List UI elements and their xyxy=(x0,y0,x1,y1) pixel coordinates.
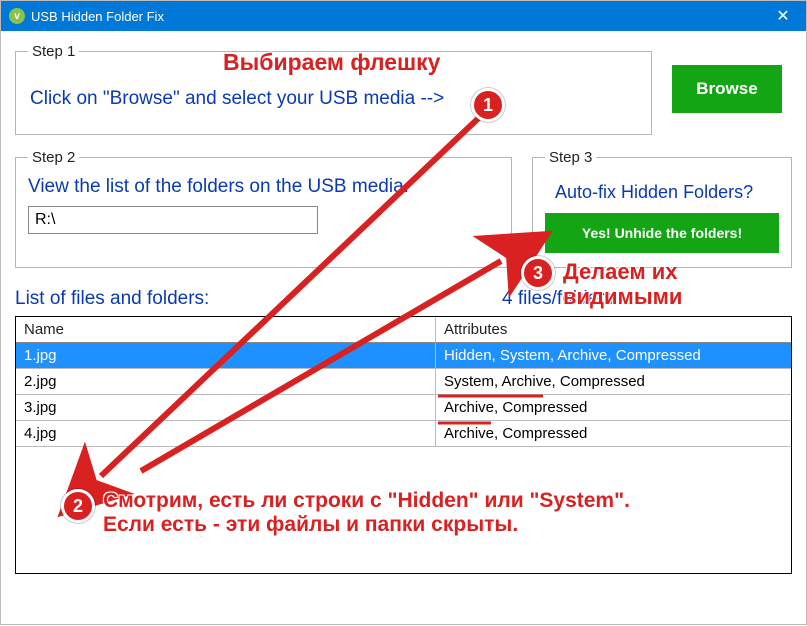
table-row[interactable]: 4.jpgArchive, Compressed xyxy=(16,421,791,447)
cell-name: 3.jpg xyxy=(16,395,436,420)
step2-legend: Step 2 xyxy=(28,149,79,166)
step1-group: Step 1 Click on "Browse" and select your… xyxy=(15,43,652,135)
step3-question: Auto-fix Hidden Folders? xyxy=(555,182,779,203)
step3-group: Step 3 Auto-fix Hidden Folders? Yes! Unh… xyxy=(532,149,792,268)
table-row[interactable]: 3.jpgArchive, Compressed xyxy=(16,395,791,421)
step1-instruction: Click on "Browse" and select your USB me… xyxy=(28,70,639,120)
step3-legend: Step 3 xyxy=(545,149,596,166)
window-title: USB Hidden Folder Fix xyxy=(31,9,164,24)
column-header-attributes[interactable]: Attributes xyxy=(436,317,791,342)
table-row[interactable]: 2.jpgSystem, Archive, Compressed xyxy=(16,369,791,395)
content-area: Step 1 Click on "Browse" and select your… xyxy=(1,31,806,574)
step1-legend: Step 1 xyxy=(28,43,79,60)
cell-attributes: Archive, Compressed xyxy=(436,395,791,420)
step2-instruction: View the list of the folders on the USB … xyxy=(28,176,499,198)
unhide-button[interactable]: Yes! Unhide the folders! xyxy=(545,213,779,253)
cell-attributes: Archive, Compressed xyxy=(436,421,791,446)
cell-name: 1.jpg xyxy=(16,343,436,368)
path-input[interactable] xyxy=(28,206,318,234)
list-heading: List of files and folders: xyxy=(15,288,502,310)
app-icon: v xyxy=(9,8,25,24)
cell-attributes: System, Archive, Compressed xyxy=(436,369,791,394)
step2-group: Step 2 View the list of the folders on t… xyxy=(15,149,512,268)
close-button[interactable]: ✕ xyxy=(760,1,806,31)
table-row[interactable]: 1.jpgHidden, System, Archive, Compressed xyxy=(16,343,791,369)
file-list[interactable]: Name Attributes 1.jpgHidden, System, Arc… xyxy=(15,316,792,574)
column-header-name[interactable]: Name xyxy=(16,317,436,342)
file-count-label: 4 files/folders xyxy=(502,288,792,310)
cell-name: 4.jpg xyxy=(16,421,436,446)
cell-name: 2.jpg xyxy=(16,369,436,394)
close-icon: ✕ xyxy=(776,6,789,26)
cell-attributes: Hidden, System, Archive, Compressed xyxy=(436,343,791,368)
file-list-header: Name Attributes xyxy=(16,317,791,343)
browse-button[interactable]: Browse xyxy=(672,65,781,113)
title-bar: v USB Hidden Folder Fix ✕ xyxy=(1,1,806,31)
